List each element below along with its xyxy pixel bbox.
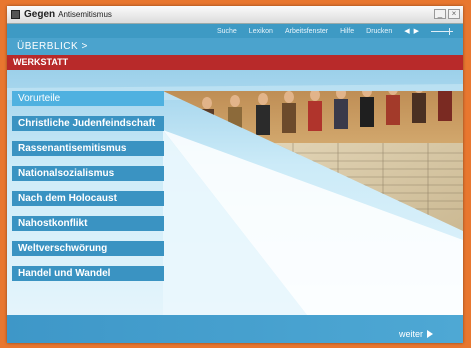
historical-painting-image xyxy=(163,91,463,231)
nav-link-drucken[interactable]: Drucken xyxy=(366,28,392,35)
section-header: WERKSTATT xyxy=(7,55,463,70)
nav-link-arbeitsfenster[interactable]: Arbeitsfenster xyxy=(285,28,328,35)
close-button[interactable]: × xyxy=(448,9,460,19)
content-area: Vorurteile Christliche Judenfeindschaft … xyxy=(7,70,463,343)
nav-link-suche[interactable]: Suche xyxy=(217,28,237,35)
nav-link-hilfe[interactable]: Hilfe xyxy=(340,28,354,35)
window-controls: _ × xyxy=(434,9,460,19)
menu-item-nahostkonflikt[interactable]: Nahostkonflikt xyxy=(12,216,164,231)
app-title: Gegen xyxy=(24,9,56,20)
app-window: Gegen Antisemitismus _ × Suche Lexikon A… xyxy=(7,6,463,343)
app-subtitle: Antisemitismus xyxy=(58,10,112,19)
menu-item-vorurteile[interactable]: Vorurteile xyxy=(12,91,164,106)
next-button-label: weiter xyxy=(398,329,423,339)
footer-bar: weiter xyxy=(7,315,463,343)
nav-link-lexikon[interactable]: Lexikon xyxy=(249,28,273,35)
breadcrumb-overview-link[interactable]: ÜBERBLICK > xyxy=(17,41,88,52)
menu-item-christliche-judenfeindschaft[interactable]: Christliche Judenfeindschaft xyxy=(12,116,164,131)
menu-item-nach-dem-holocaust[interactable]: Nach dem Holocaust xyxy=(12,191,164,206)
top-navigation: Suche Lexikon Arbeitsfenster Hilfe Druck… xyxy=(7,24,463,38)
breadcrumb: ÜBERBLICK > xyxy=(7,38,463,55)
next-arrow-icon[interactable]: ▶ xyxy=(414,27,419,35)
next-button[interactable]: weiter xyxy=(399,329,433,339)
menu-item-weltverschwoerung[interactable]: Weltverschwörung xyxy=(12,241,164,256)
menu-item-rassenantisemitismus[interactable]: Rassenantisemitismus xyxy=(12,141,164,156)
volume-slider-knob[interactable] xyxy=(449,27,450,35)
section-title: WERKSTATT xyxy=(13,57,69,67)
play-icon xyxy=(427,330,433,338)
previous-arrow-icon[interactable]: ◀ xyxy=(404,27,409,35)
minimize-button[interactable]: _ xyxy=(434,9,446,19)
menu-item-nationalsozialismus[interactable]: Nationalsozialismus xyxy=(12,166,164,181)
title-bar: Gegen Antisemitismus _ × xyxy=(7,6,463,24)
volume-slider[interactable] xyxy=(431,27,453,35)
app-icon xyxy=(11,10,20,19)
menu-item-handel-und-wandel[interactable]: Handel und Wandel xyxy=(12,266,164,281)
